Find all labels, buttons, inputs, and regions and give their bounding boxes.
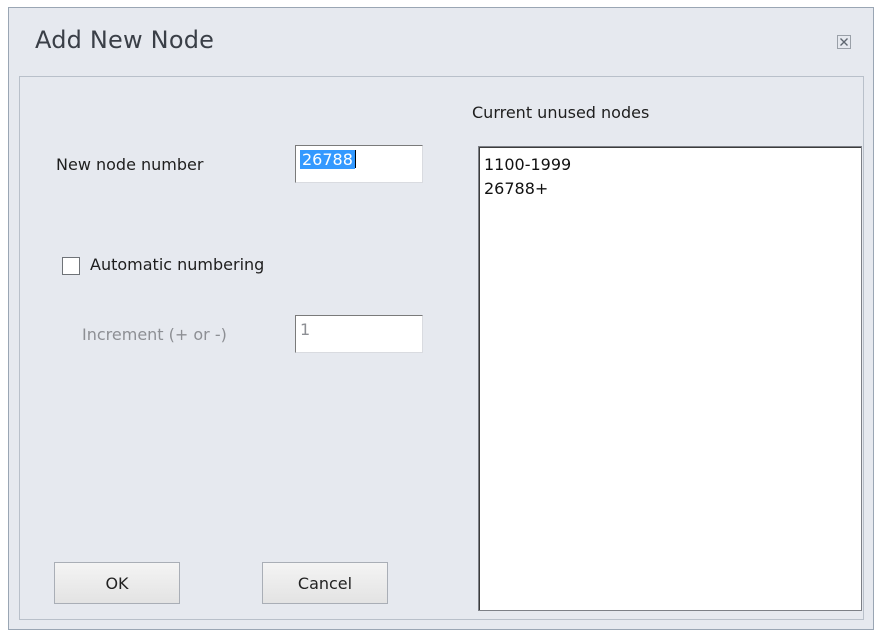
- dialog-title: Add New Node: [35, 26, 215, 54]
- new-node-number-value: 26788: [300, 150, 355, 169]
- ok-button[interactable]: OK: [54, 562, 180, 604]
- title-bar[interactable]: Add New Node: [9, 8, 873, 76]
- increment-input[interactable]: 1: [295, 315, 423, 353]
- close-icon[interactable]: [837, 35, 851, 49]
- unused-nodes-listbox[interactable]: 1100-1999 26788+: [478, 146, 862, 611]
- automatic-numbering-checkbox[interactable]: [62, 257, 80, 275]
- text-caret: [354, 150, 356, 168]
- current-unused-nodes-label: Current unused nodes: [472, 103, 650, 122]
- list-item[interactable]: 1100-1999: [484, 153, 861, 177]
- new-node-number-label: New node number: [56, 155, 204, 174]
- cancel-button[interactable]: Cancel: [262, 562, 388, 604]
- new-node-number-input[interactable]: 26788: [295, 145, 423, 183]
- automatic-numbering-label[interactable]: Automatic numbering: [90, 255, 264, 274]
- dialog-body: New node number 26788 Automatic numberin…: [19, 76, 864, 620]
- increment-label: Increment (+ or -): [82, 325, 227, 344]
- list-item[interactable]: 26788+: [484, 177, 861, 201]
- dialog-window: Add New Node New node number 26788 Autom…: [8, 7, 874, 630]
- increment-value: 1: [300, 320, 311, 339]
